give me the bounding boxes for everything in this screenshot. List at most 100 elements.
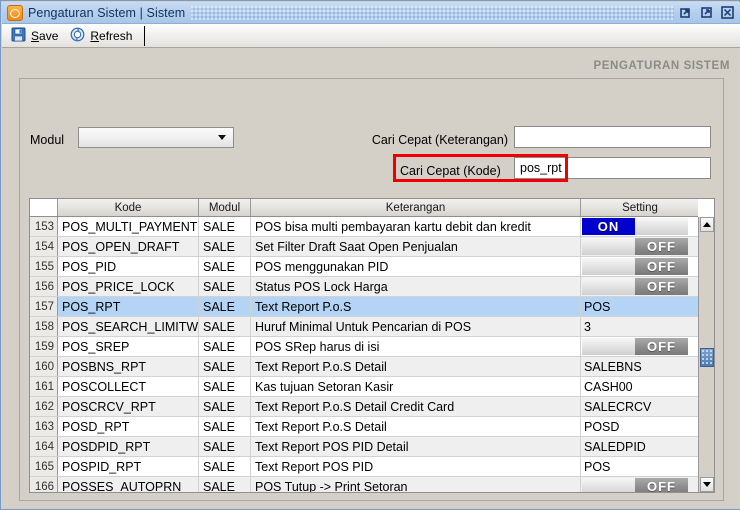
toggle-knob-off: OFF (635, 338, 688, 355)
cell-setting[interactable]: SALEBNS (581, 357, 699, 376)
cell-keterangan[interactable]: Text Report P.o.S (251, 297, 581, 316)
cell-keterangan[interactable]: Text Report POS PID (251, 457, 581, 476)
cell-kode[interactable]: POSDPID_RPT (58, 437, 199, 456)
modul-select[interactable] (78, 127, 234, 148)
cell-modul[interactable]: SALE (199, 397, 251, 416)
restore-button[interactable] (680, 5, 696, 20)
table-header-modul[interactable]: Modul (199, 199, 251, 216)
application-window: Pengaturan Sistem | Sistem Save Refresh … (0, 0, 740, 510)
cell-kode[interactable]: POS_SEARCH_LIMITW (58, 317, 199, 336)
cell-keterangan[interactable]: POS Tutup -> Print Setoran (251, 477, 581, 492)
cell-setting[interactable]: SALECRCV (581, 397, 699, 416)
close-button[interactable] (720, 5, 736, 20)
setting-toggle[interactable]: OFF (582, 238, 688, 255)
scrollbar-thumb[interactable] (700, 348, 714, 367)
setting-toggle[interactable]: OFF (582, 278, 688, 295)
cell-modul[interactable]: SALE (199, 457, 251, 476)
cell-kode[interactable]: POSCOLLECT (58, 377, 199, 396)
cell-modul[interactable]: SALE (199, 297, 251, 316)
cell-setting[interactable]: ON (581, 217, 699, 236)
scroll-down-button[interactable] (700, 477, 714, 492)
setting-toggle[interactable]: ON (582, 218, 688, 235)
table-row[interactable]: 160 POSBNS_RPT SALE Text Report P.o.S Detai… (30, 357, 714, 377)
cell-keterangan[interactable]: POS menggunakan PID (251, 257, 581, 276)
cell-modul[interactable]: SALE (199, 437, 251, 456)
cell-modul[interactable]: SALE (199, 337, 251, 356)
table-row[interactable]: 158 POS_SEARCH_LIMITW SALE Huruf Minimal Un… (30, 317, 714, 337)
table-row[interactable]: 156 POS_PRICE_LOCK SALE Status POS Lock Har… (30, 277, 714, 297)
cell-modul[interactable]: SALE (199, 477, 251, 492)
cari-kode-input[interactable]: pos_rpt (514, 157, 711, 179)
table-row[interactable]: 157 POS_RPT SALE Text Report P.o.S POS (30, 297, 714, 317)
cell-setting[interactable]: POSD (581, 417, 699, 436)
cell-modul[interactable]: SALE (199, 377, 251, 396)
table-header-kode[interactable]: Kode (58, 199, 199, 216)
vertical-scrollbar[interactable] (698, 199, 714, 492)
cell-modul[interactable]: SALE (199, 417, 251, 436)
row-number: 155 (30, 257, 58, 276)
table-row[interactable]: 165 POSPID_RPT SALE Text Report POS PID POS (30, 457, 714, 477)
cell-setting[interactable]: OFF (581, 257, 699, 276)
cell-kode[interactable]: POSD_RPT (58, 417, 199, 436)
cell-keterangan[interactable]: Status POS Lock Harga (251, 277, 581, 296)
table-row[interactable]: 155 POS_PID SALE POS menggunakan PID OFF (30, 257, 714, 277)
table-row[interactable]: 154 POS_OPEN_DRAFT SALE Set Filter Draft Sa… (30, 237, 714, 257)
cell-setting[interactable]: OFF (581, 277, 699, 296)
cell-keterangan[interactable]: POS SRep harus di isi (251, 337, 581, 356)
scroll-up-button[interactable] (700, 217, 714, 232)
cell-kode[interactable]: POSSES_AUTOPRN (58, 477, 199, 492)
table-header-keterangan[interactable]: Keterangan (251, 199, 581, 216)
cell-kode[interactable]: POS_PID (58, 257, 199, 276)
setting-toggle[interactable]: OFF (582, 478, 688, 492)
cell-setting[interactable]: OFF (581, 477, 699, 492)
table-row[interactable]: 163 POSD_RPT SALE Text Report P.o.S Detail P… (30, 417, 714, 437)
cell-setting[interactable]: SALEDPID (581, 437, 699, 456)
row-number: 157 (30, 297, 58, 316)
cell-setting[interactable]: 3 (581, 317, 699, 336)
cell-keterangan[interactable]: Text Report P.o.S Detail Credit Card (251, 397, 581, 416)
cell-kode[interactable]: POSCRCV_RPT (58, 397, 199, 416)
refresh-button[interactable]: Refresh (67, 26, 141, 46)
save-button[interactable]: Save (8, 26, 67, 46)
cell-kode[interactable]: POS_SREP (58, 337, 199, 356)
cell-modul[interactable]: SALE (199, 257, 251, 276)
cell-kode[interactable]: POS_MULTI_PAYMENT (58, 217, 199, 236)
table-row[interactable]: 153 POS_MULTI_PAYMENT SALE POS bisa multi p… (30, 217, 714, 237)
cell-kode[interactable]: POS_PRICE_LOCK (58, 277, 199, 296)
cell-modul[interactable]: SALE (199, 317, 251, 336)
cell-setting[interactable]: OFF (581, 237, 699, 256)
cell-keterangan[interactable]: Text Report P.o.S Detail (251, 357, 581, 376)
table-row[interactable]: 164 POSDPID_RPT SALE Text Report POS PID De… (30, 437, 714, 457)
cell-keterangan[interactable]: Text Report P.o.S Detail (251, 417, 581, 436)
setting-toggle[interactable]: OFF (582, 338, 688, 355)
cell-setting[interactable]: POS (581, 297, 699, 316)
setting-toggle[interactable]: OFF (582, 258, 688, 275)
cell-keterangan[interactable]: POS bisa multi pembayaran kartu debit da… (251, 217, 581, 236)
cell-setting[interactable]: OFF (581, 337, 699, 356)
table-row[interactable]: 159 POS_SREP SALE POS SRep harus di isi OFF (30, 337, 714, 357)
table-header-setting[interactable]: Setting (581, 199, 699, 216)
scrollbar-track[interactable] (698, 217, 714, 492)
refresh-accel-letter: R (90, 28, 100, 43)
cell-keterangan[interactable]: Text Report POS PID Detail (251, 437, 581, 456)
cell-kode[interactable]: POSPID_RPT (58, 457, 199, 476)
title-bar[interactable]: Pengaturan Sistem | Sistem (2, 2, 740, 24)
table-row[interactable]: 166 POSSES_AUTOPRN SALE POS Tutup -> Print … (30, 477, 714, 492)
cell-setting[interactable]: CASH00 (581, 377, 699, 396)
cell-kode[interactable]: POS_RPT (58, 297, 199, 316)
table-row[interactable]: 161 POSCOLLECT SALE Kas tujuan Setoran Kasi… (30, 377, 714, 397)
cell-kode[interactable]: POS_OPEN_DRAFT (58, 237, 199, 256)
setting-value: CASH00 (584, 379, 633, 394)
table-row[interactable]: 162 POSCRCV_RPT SALE Text Report P.o.S Deta… (30, 397, 714, 417)
cell-modul[interactable]: SALE (199, 217, 251, 236)
cell-setting[interactable]: POS (581, 457, 699, 476)
cell-modul[interactable]: SALE (199, 357, 251, 376)
cari-keterangan-input[interactable] (514, 126, 711, 148)
cell-kode[interactable]: POSBNS_RPT (58, 357, 199, 376)
cell-keterangan[interactable]: Huruf Minimal Untuk Pencarian di POS (251, 317, 581, 336)
cell-keterangan[interactable]: Kas tujuan Setoran Kasir (251, 377, 581, 396)
cell-keterangan[interactable]: Set Filter Draft Saat Open Penjualan (251, 237, 581, 256)
cell-modul[interactable]: SALE (199, 277, 251, 296)
maximize-button[interactable] (700, 5, 716, 20)
cell-modul[interactable]: SALE (199, 237, 251, 256)
